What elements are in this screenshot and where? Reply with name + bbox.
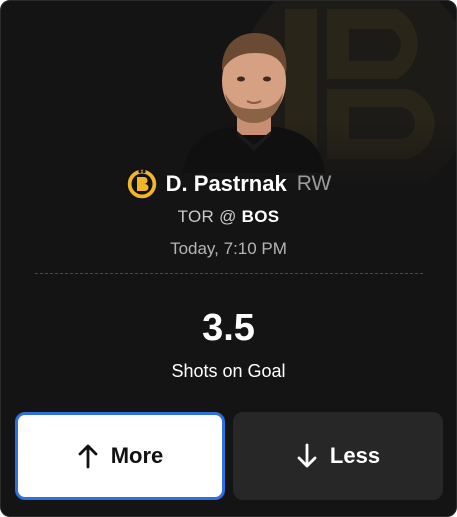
- home-team: BOS: [241, 207, 280, 226]
- more-label: More: [110, 443, 164, 468]
- player-position: RW: [296, 172, 332, 195]
- projection-line: 3.5: [202, 307, 255, 349]
- player-name: D. Pastrnak: [165, 171, 287, 196]
- game-time: Today, 7:10 PM: [170, 239, 287, 258]
- arrow-down-icon: [297, 443, 317, 468]
- game-matchup: TOR @ BOS: [1, 207, 456, 227]
- player-headshot: [183, 33, 325, 173]
- more-button[interactable]: More: [15, 412, 225, 500]
- less-button[interactable]: Less: [233, 412, 443, 500]
- dashed-divider: [35, 273, 423, 274]
- bruins-logo-icon: [125, 168, 158, 200]
- stat-type: Shots on Goal: [171, 361, 286, 381]
- away-team: TOR: [177, 207, 215, 226]
- arrow-up-icon: [78, 444, 98, 469]
- less-label: Less: [329, 443, 381, 468]
- matchup-separator: @: [219, 207, 237, 226]
- player-row: D. Pastrnak RW: [1, 167, 456, 201]
- projection-card: D. Pastrnak RW TOR @ BOS Today, 7:10 PM …: [0, 0, 457, 517]
